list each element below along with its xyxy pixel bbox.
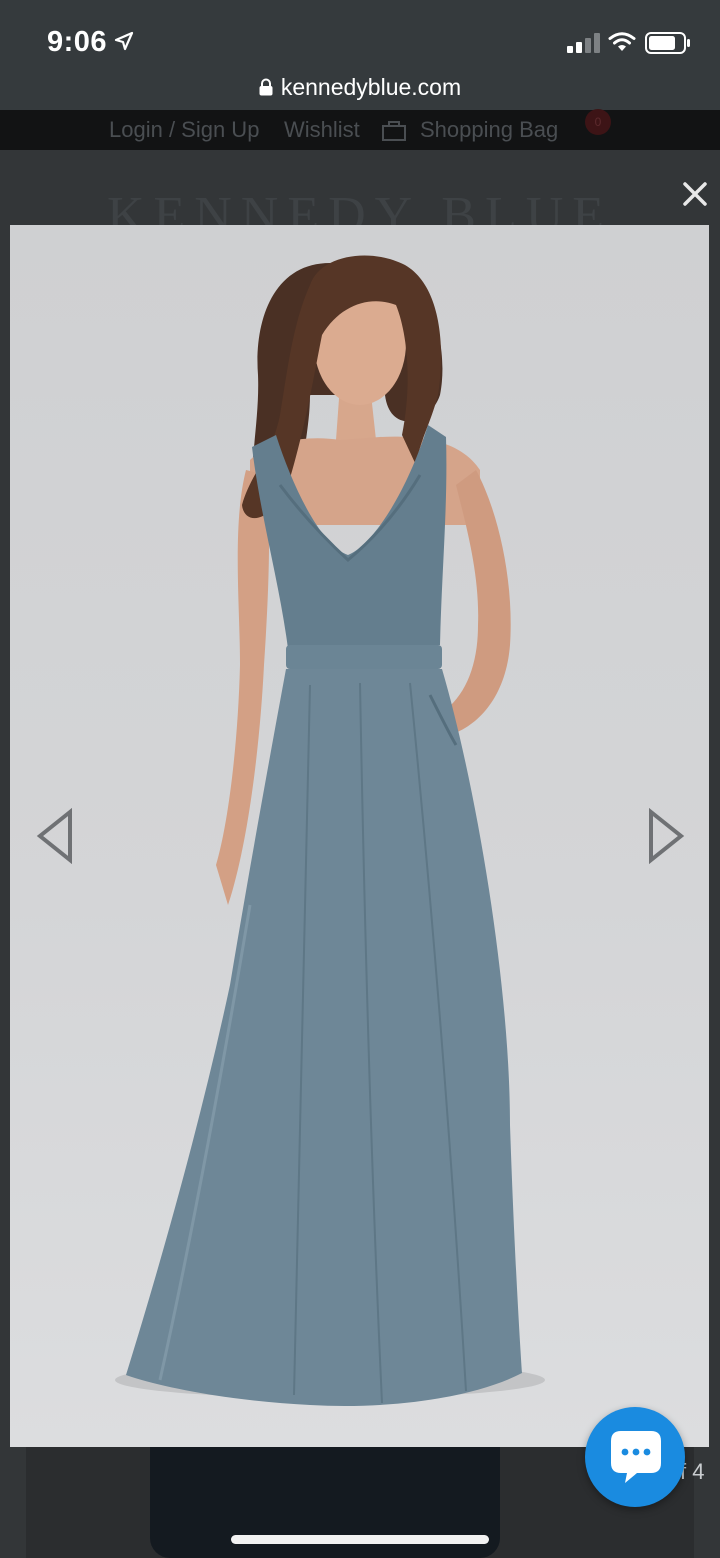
battery-icon [645, 32, 690, 54]
wifi-icon [608, 32, 636, 51]
status-bar: 9:06 kennedyblue.com [0, 0, 720, 110]
url-text: kennedyblue.com [280, 74, 462, 100]
dress-model-illustration [115, 255, 545, 1406]
login-link[interactable]: Login / Sign Up [109, 117, 259, 143]
home-indicator[interactable] [231, 1535, 489, 1544]
lock-icon [259, 78, 273, 96]
site-top-nav: Login / Sign Up Wishlist Shopping Bag [0, 110, 720, 150]
chat-bubble-icon [611, 1431, 661, 1483]
previous-image-arrow-icon[interactable] [35, 808, 75, 864]
address-bar[interactable]: kennedyblue.com [0, 74, 720, 106]
close-icon[interactable] [679, 178, 711, 210]
shopping-bag-icon [382, 121, 406, 141]
next-image-arrow-icon[interactable] [646, 808, 686, 864]
shopping-bag-link[interactable]: Shopping Bag [420, 117, 558, 143]
wishlist-link[interactable]: Wishlist [284, 117, 360, 143]
product-photo [10, 225, 709, 1447]
status-time: 9:06 [47, 26, 108, 58]
cellular-signal-icon [567, 33, 600, 53]
brand-logo: KENNEDY BLUE [106, 187, 614, 226]
location-arrow-icon [114, 31, 134, 51]
chat-button[interactable] [585, 1407, 685, 1507]
bag-count-badge: 0 [585, 109, 611, 135]
